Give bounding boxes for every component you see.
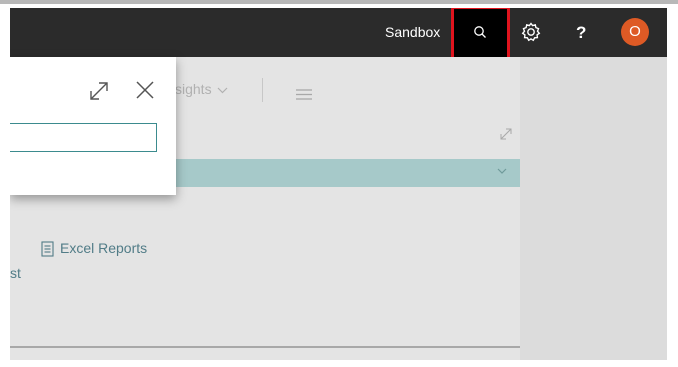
hamburger-icon[interactable]	[296, 89, 312, 100]
expand-icon[interactable]	[88, 80, 110, 102]
window-top-edge	[0, 0, 678, 4]
chevron-down-icon	[218, 87, 228, 94]
search-input[interactable]	[10, 123, 157, 152]
excel-reports-label: Excel Reports	[60, 240, 148, 256]
environment-label: Sandbox	[385, 24, 441, 40]
gear-icon[interactable]	[520, 21, 542, 43]
top-navigation-bar: Sandbox ? O	[10, 8, 667, 60]
app-window: Sandbox ? O sights Excel Reports st	[10, 8, 667, 360]
search-highlight-box	[451, 8, 510, 60]
expand-icon[interactable]	[499, 127, 513, 141]
right-panel-background	[520, 57, 667, 360]
insights-label: sights	[175, 81, 212, 97]
chevron-down-icon[interactable]	[497, 168, 507, 175]
nav-item-insights[interactable]: sights	[175, 81, 228, 97]
user-avatar[interactable]: O	[621, 18, 649, 46]
partial-link[interactable]: st	[10, 265, 21, 281]
close-icon[interactable]	[134, 79, 156, 101]
search-dialog	[10, 57, 176, 195]
section-divider	[10, 346, 520, 348]
help-button[interactable]: ?	[576, 8, 586, 57]
nav-separator	[262, 78, 263, 102]
report-document-icon	[41, 241, 54, 257]
